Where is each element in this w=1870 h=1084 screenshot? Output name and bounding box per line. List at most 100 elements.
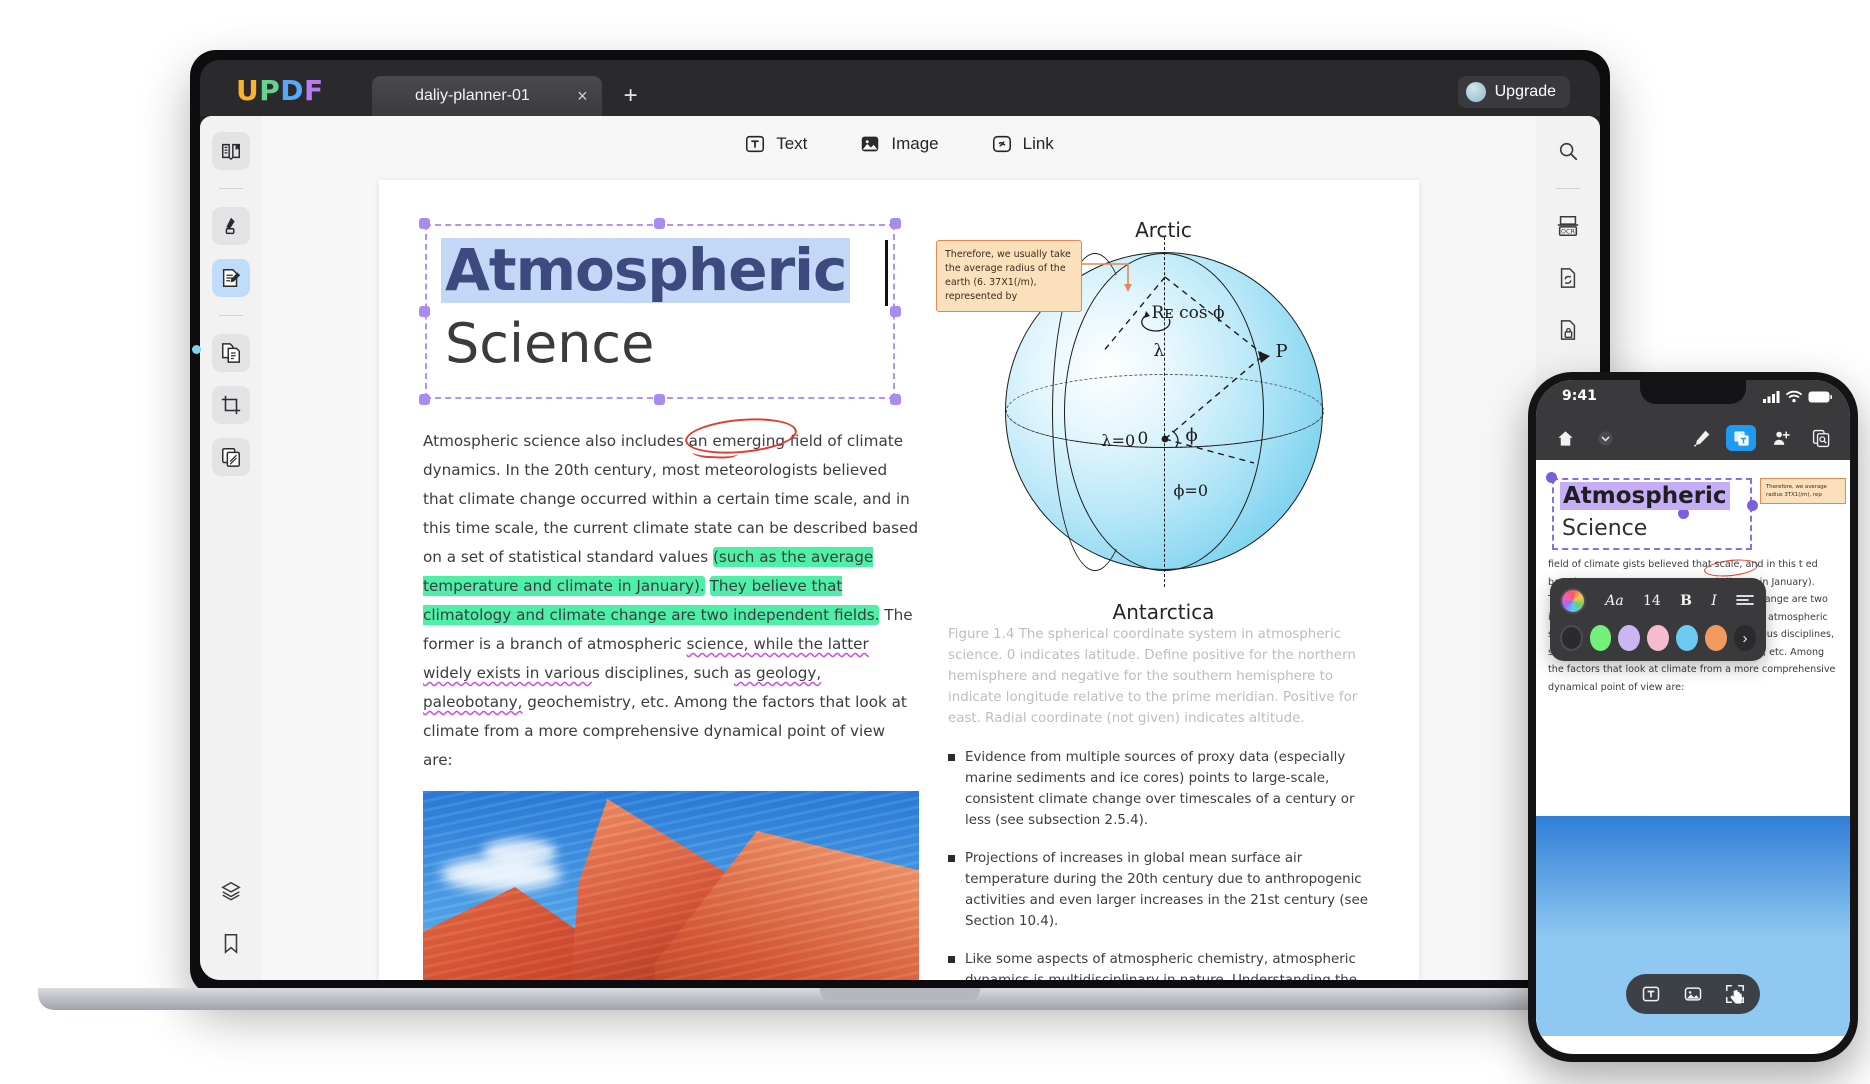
plus-icon[interactable]: + (624, 84, 638, 108)
photo-strata-texture (423, 791, 919, 980)
phone-sticky-note[interactable]: Therefore, we average radius 3TX1(/m), r… (1760, 478, 1846, 504)
logo-letter-u: U (236, 74, 260, 107)
resize-handle-middle-left[interactable] (419, 305, 430, 317)
color-wheel-icon[interactable] (1560, 588, 1586, 614)
crown-icon (1465, 82, 1486, 102)
rail-divider-3 (1556, 188, 1580, 189)
sidebar-item-bookmarks[interactable] (212, 924, 250, 962)
swatch-green[interactable] (1589, 625, 1612, 651)
edit-document-icon (222, 269, 241, 287)
swatch-pink[interactable] (1647, 625, 1670, 651)
figure-caption: Figure 1.4 The spherical coordinate syst… (948, 627, 1358, 726)
add-image-button[interactable]: Image (859, 133, 939, 155)
resize-handle-top-middle[interactable] (654, 218, 665, 229)
image-icon[interactable] (1682, 983, 1704, 1005)
signal-icon (1763, 391, 1780, 403)
layers-icon (221, 881, 241, 901)
resize-handle-bottom-right[interactable] (890, 394, 901, 405)
sidebar-item-edit-pdf[interactable] (212, 259, 250, 297)
phone-chassis: 9:41 Atmospheric Science Therefore, we a… (1528, 372, 1858, 1062)
protect-button[interactable] (1549, 311, 1587, 349)
sidebar-item-layers[interactable] (212, 872, 250, 910)
document-tab[interactable]: daliy-planner-01 × (371, 76, 602, 116)
font-family-button[interactable]: Aa (1605, 593, 1623, 609)
title-text-block[interactable]: Atmospheric Science (419, 218, 901, 405)
bullet-square-icon (948, 855, 955, 862)
resize-handle-top-right[interactable] (890, 218, 901, 229)
app-window: Text Image Link Atmospheric Science Atmo… (200, 116, 1600, 980)
add-text-label: Text (776, 134, 808, 153)
page-left-column: Atmospheric Science Atmospheric science … (419, 214, 924, 980)
sidebar-item-organize[interactable] (212, 334, 250, 372)
figure-label-antarctica: Antarctica (1112, 600, 1215, 624)
laptop-device: UPDF daliy-planner-01 × + Upgrade Text I… (38, 50, 1764, 1010)
stack-pages-icon (222, 448, 240, 467)
status-system-icons (1763, 390, 1832, 403)
bullet-list: Evidence from multiple sources of proxy … (948, 747, 1379, 980)
share-person-icon[interactable] (1766, 425, 1796, 451)
more-colors-button[interactable]: › (1734, 625, 1756, 651)
phone-handle-tl[interactable] (1546, 472, 1557, 483)
bullet-square-icon (948, 754, 955, 761)
page-right-column: Arctic Therefore, we usually take the av… (936, 214, 1379, 980)
resize-handle-middle-right[interactable] (890, 305, 901, 317)
resize-handle-bottom-middle[interactable] (654, 394, 665, 405)
search-icon (1559, 142, 1578, 161)
add-link-label: Link (1022, 134, 1054, 153)
resize-handle-bottom-left[interactable] (419, 394, 430, 405)
swatch-purple[interactable] (1618, 625, 1641, 651)
select-hand-icon[interactable] (1724, 983, 1746, 1005)
phone-status-bar: 9:41 (1536, 380, 1850, 416)
sidebar-item-reader[interactable] (212, 132, 250, 170)
sidebar-item-crop[interactable] (212, 386, 250, 424)
color-swatch-row: › (1560, 625, 1756, 651)
text-t-icon[interactable] (1640, 983, 1662, 1005)
chevron-down-icon[interactable] (1590, 425, 1620, 451)
resize-handle-top-left[interactable] (419, 218, 430, 229)
edit-text-icon[interactable] (1726, 425, 1756, 451)
font-size-value[interactable]: 14 (1643, 593, 1661, 609)
wifi-icon (1786, 390, 1802, 403)
italic-button[interactable]: I (1711, 593, 1717, 609)
document-canvas: Text Image Link Atmospheric Science Atmo… (262, 116, 1536, 980)
pdf-page[interactable]: Atmospheric Science Atmospheric science … (379, 180, 1419, 980)
add-text-button[interactable]: Text (744, 133, 807, 155)
format-row-primary: Aa 14 B I (1560, 588, 1756, 614)
ocr-button[interactable]: OCR (1549, 207, 1587, 245)
bullet-square-icon (948, 956, 955, 963)
figure-label-lambda-zero: λ=0 (1101, 431, 1136, 450)
upgrade-button[interactable]: Upgrade (1457, 76, 1570, 108)
text-box-icon (746, 135, 765, 153)
pages-copy-icon (222, 343, 240, 363)
swatch-blue[interactable] (1676, 625, 1699, 651)
text-caret (885, 240, 888, 306)
swatch-black[interactable] (1560, 625, 1583, 651)
page-search-icon[interactable] (1806, 425, 1836, 451)
add-link-button[interactable]: Link (991, 133, 1054, 155)
home-icon[interactable] (1550, 425, 1580, 451)
sidebar-item-annotate[interactable] (212, 207, 250, 245)
list-item: Projections of increases in global mean … (948, 848, 1379, 932)
rail-divider-1 (219, 188, 243, 189)
phone-title-block[interactable]: Atmospheric Science (1546, 472, 1758, 550)
phone-bottom-toolbar (1626, 974, 1760, 1014)
phone-handle-mr[interactable] (1747, 500, 1758, 511)
phone-document[interactable]: Atmospheric Science Therefore, we averag… (1536, 460, 1850, 1036)
swatch-orange[interactable] (1705, 625, 1728, 651)
canyon-photo[interactable] (423, 791, 919, 980)
phone-screen: 9:41 Atmospheric Science Therefore, we a… (1536, 380, 1850, 1054)
body-paragraph[interactable]: Atmospheric science also includes an eme… (423, 414, 919, 775)
close-icon[interactable]: × (577, 87, 588, 105)
sticky-note[interactable]: Therefore, we usually take the average r… (936, 240, 1082, 312)
bold-button[interactable]: B (1680, 593, 1692, 609)
logo-letter-f: F (304, 74, 324, 107)
title-line-1: Atmospheric (441, 238, 851, 303)
logo-letter-d: D (280, 74, 305, 107)
sidebar-item-batch[interactable] (212, 438, 250, 476)
laptop-base-notch (820, 988, 980, 1000)
logo-letter-p: P (259, 74, 281, 107)
pen-icon[interactable] (1686, 425, 1716, 451)
search-button[interactable] (1549, 132, 1587, 170)
align-left-icon[interactable] (1736, 594, 1754, 608)
convert-button[interactable] (1549, 259, 1587, 297)
